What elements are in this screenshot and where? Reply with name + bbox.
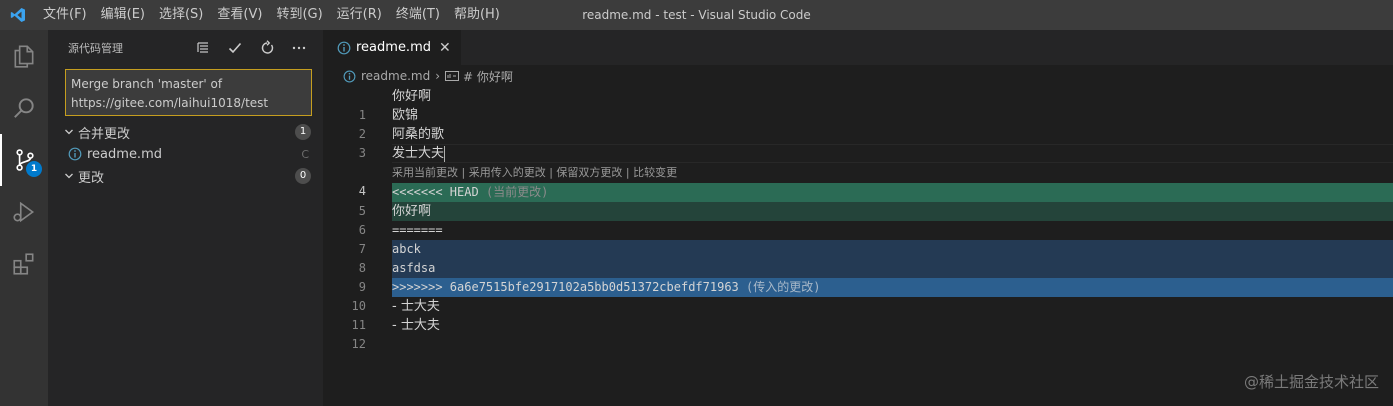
code-line: 2 欧锦 bbox=[323, 106, 1393, 141]
menu-run[interactable]: 运行(R) bbox=[330, 0, 389, 30]
changes-group[interactable]: 更改 0 bbox=[48, 165, 323, 187]
line-text[interactable]: abck bbox=[392, 240, 1393, 259]
menu-help[interactable]: 帮助(H) bbox=[447, 0, 507, 30]
menu-selection[interactable]: 选择(S) bbox=[152, 0, 210, 30]
source-control-badge: 1 bbox=[26, 161, 42, 177]
line-text[interactable]: ======= bbox=[392, 221, 1393, 240]
watermark: @稀土掘金技术社区 bbox=[1243, 373, 1379, 391]
refresh-icon bbox=[261, 39, 274, 54]
line-text[interactable]: 欧锦 bbox=[392, 106, 1393, 125]
activity-explorer[interactable] bbox=[0, 30, 48, 82]
breadcrumb: readme.md › # 你好啊 bbox=[323, 65, 1393, 87]
breadcrumb-file[interactable]: readme.md bbox=[361, 69, 430, 83]
commit-button[interactable] bbox=[219, 36, 251, 60]
line-text[interactable]: asfdsa bbox=[392, 259, 1393, 278]
menu-file[interactable]: 文件(F) bbox=[36, 0, 94, 30]
changes-count: 0 bbox=[295, 168, 311, 184]
menu-go[interactable]: 转到(G) bbox=[269, 0, 329, 30]
tab-label: readme.md bbox=[356, 40, 431, 55]
more-actions-button[interactable] bbox=[283, 36, 315, 60]
close-icon[interactable]: ✕ bbox=[439, 40, 451, 56]
conflict-separator: 7 ======= bbox=[323, 221, 1393, 256]
conflict-incoming-header: 10 >>>>>>> 6a6e7515bfe2917102a5bb0d51372… bbox=[323, 278, 1393, 313]
sidebar-header: 源代码管理 bbox=[48, 30, 323, 65]
conflict-annotation: (传入的更改) bbox=[746, 280, 821, 294]
line-text[interactable]: 你好啊 bbox=[392, 202, 1393, 221]
activity-bar: 1 bbox=[0, 30, 48, 406]
merge-codelens-actions[interactable]: 采用当前更改 | 采用传入的更改 | 保留双方更改 | 比较变更 bbox=[323, 163, 1393, 183]
activity-extensions[interactable] bbox=[0, 238, 48, 290]
line-number: 12 bbox=[351, 337, 366, 351]
line-text[interactable]: 你好啊 bbox=[392, 87, 1393, 106]
title-bar: 文件(F) 编辑(E) 选择(S) 查看(V) 转到(G) 运行(R) 终端(T… bbox=[0, 0, 1393, 30]
activity-source-control[interactable]: 1 bbox=[0, 134, 48, 186]
extensions-icon bbox=[13, 253, 34, 275]
merge-changes-count: 1 bbox=[295, 124, 311, 140]
file-status-badge: C bbox=[301, 147, 309, 161]
line-text[interactable]: - 士大夫 bbox=[392, 297, 1393, 316]
code-line: 12 - 士大夫 bbox=[323, 316, 1393, 351]
vscode-logo-icon bbox=[0, 0, 36, 30]
search-icon bbox=[14, 98, 34, 118]
menu-bar: 文件(F) 编辑(E) 选择(S) 查看(V) 转到(G) 运行(R) 终端(T… bbox=[36, 0, 507, 30]
file-name: readme.md bbox=[87, 146, 162, 162]
line-text[interactable]: <<<<<<< HEAD (当前更改) bbox=[392, 183, 1393, 202]
text-cursor bbox=[444, 145, 446, 162]
line-text[interactable]: - 士大夫 bbox=[392, 316, 1393, 335]
sidebar-actions bbox=[187, 30, 315, 65]
code-line: 11 - 士大夫 bbox=[323, 297, 1393, 332]
menu-edit[interactable]: 编辑(E) bbox=[94, 0, 152, 30]
changes-label: 更改 bbox=[78, 170, 105, 186]
editor-area: readme.md ✕ readme.md › # 你好啊 1 你好啊 2 欧锦… bbox=[323, 30, 1393, 406]
menu-terminal[interactable]: 终端(T) bbox=[389, 0, 447, 30]
chevron-right-icon: › bbox=[435, 69, 441, 83]
info-icon bbox=[68, 147, 82, 161]
file-item-readme[interactable]: readme.md C bbox=[48, 143, 323, 165]
code-line: 3 阿桑的歌 bbox=[323, 125, 1393, 160]
tab-bar: readme.md ✕ bbox=[323, 30, 1393, 65]
activity-search[interactable] bbox=[0, 82, 48, 134]
line-text[interactable]: 发士大夫 bbox=[392, 144, 1393, 163]
source-control-sidebar: 源代码管理 Merge branch 'master' of https://g… bbox=[48, 30, 323, 406]
refresh-button[interactable] bbox=[251, 36, 283, 60]
conflict-current-header: 5 <<<<<<< HEAD (当前更改) bbox=[323, 183, 1393, 218]
conflict-current-line: 6 你好啊 bbox=[323, 202, 1393, 237]
menu-view[interactable]: 查看(V) bbox=[210, 0, 269, 30]
conflict-incoming-line: 8 abck bbox=[323, 240, 1393, 275]
files-icon bbox=[14, 45, 34, 68]
code-line-current: 4 发士大夫 bbox=[323, 144, 1393, 198]
string-symbol-icon bbox=[445, 71, 460, 81]
run-debug-icon bbox=[13, 201, 35, 223]
ellipsis-icon bbox=[292, 46, 306, 49]
info-icon bbox=[337, 41, 351, 54]
conflict-annotation: (当前更改) bbox=[485, 185, 549, 199]
sidebar-title: 源代码管理 bbox=[68, 41, 123, 55]
line-text[interactable]: >>>>>>> 6a6e7515bfe2917102a5bb0d51372cbe… bbox=[392, 278, 1393, 297]
chevron-down-icon bbox=[62, 127, 76, 137]
code-editor[interactable]: 1 你好啊 2 欧锦 3 阿桑的歌 4 发士大夫 采用当前更改 | 采用传入的更… bbox=[323, 87, 1393, 351]
info-icon bbox=[343, 70, 356, 82]
merge-changes-label: 合并更改 bbox=[78, 126, 131, 142]
list-tree-icon bbox=[197, 41, 208, 53]
view-as-tree-button[interactable] bbox=[187, 36, 219, 60]
tab-readme[interactable]: readme.md ✕ bbox=[323, 30, 461, 65]
activity-run-debug[interactable] bbox=[0, 186, 48, 238]
code-line: 1 你好啊 bbox=[323, 87, 1393, 122]
merge-changes-group[interactable]: 合并更改 1 bbox=[48, 121, 323, 143]
commit-message-input[interactable]: Merge branch 'master' of https://gitee.c… bbox=[65, 69, 312, 116]
check-icon bbox=[228, 42, 242, 53]
conflict-incoming-line: 9 asfdsa bbox=[323, 259, 1393, 294]
chevron-down-icon bbox=[62, 171, 76, 181]
line-text[interactable]: 阿桑的歌 bbox=[392, 125, 1393, 144]
breadcrumb-symbol[interactable]: # 你好啊 bbox=[463, 68, 513, 85]
